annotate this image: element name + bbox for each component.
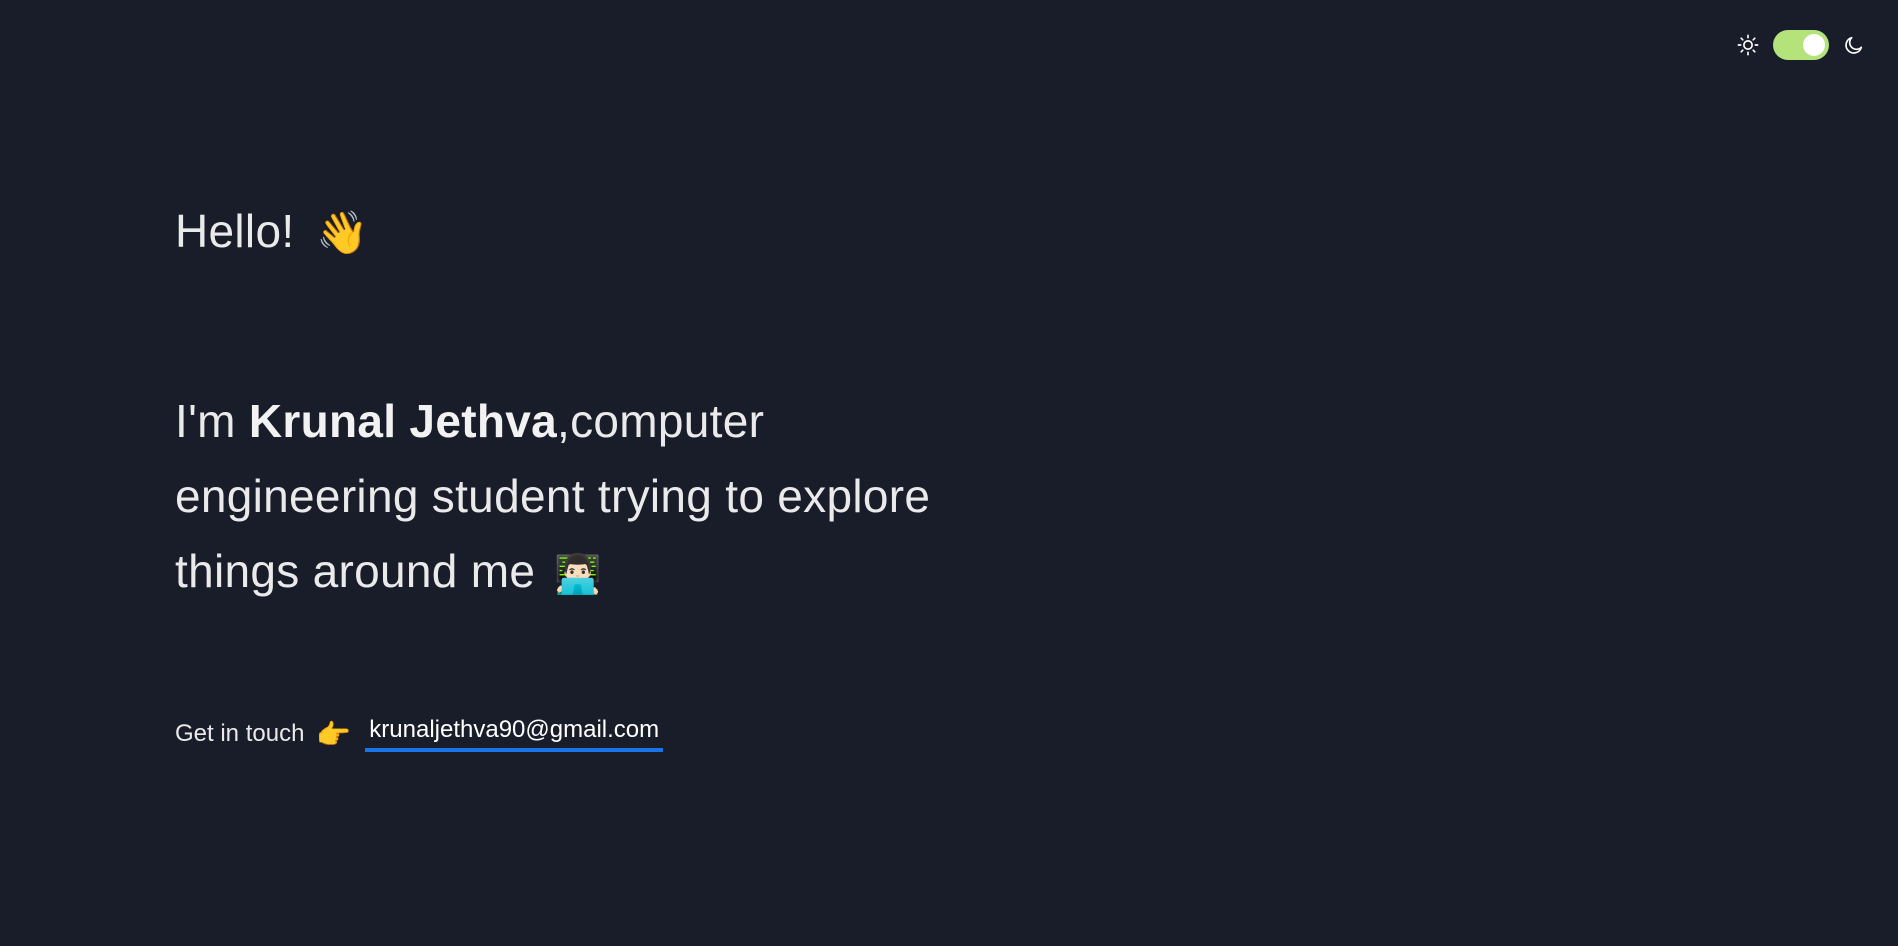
hero-section: Hello! 👋 I'm Krunal Jethva,computer engin…	[175, 196, 1075, 752]
greeting-heading: Hello! 👋	[175, 196, 1075, 268]
waving-hand-icon: 👋	[316, 209, 370, 256]
sun-icon[interactable]	[1735, 32, 1761, 58]
theme-switch[interactable]	[1773, 30, 1829, 60]
moon-icon[interactable]	[1841, 32, 1867, 58]
theme-switch-knob	[1803, 34, 1825, 56]
greeting-text: Hello!	[175, 205, 295, 257]
intro-paragraph: I'm Krunal Jethva,computer engineering s…	[175, 384, 1015, 613]
author-name: Krunal Jethva	[248, 395, 557, 447]
email-link[interactable]: krunaljethva90@gmail.com	[365, 716, 664, 752]
pointing-hand-icon: 👉	[316, 718, 352, 750]
theme-toggle	[1735, 30, 1867, 60]
intro-prefix: I'm	[175, 395, 249, 447]
contact-label: Get in touch	[175, 720, 305, 747]
contact-row: Get in touch 👉 krunaljethva90@gmail.com	[175, 716, 664, 752]
technologist-icon: 👨🏻‍💻	[554, 554, 602, 596]
